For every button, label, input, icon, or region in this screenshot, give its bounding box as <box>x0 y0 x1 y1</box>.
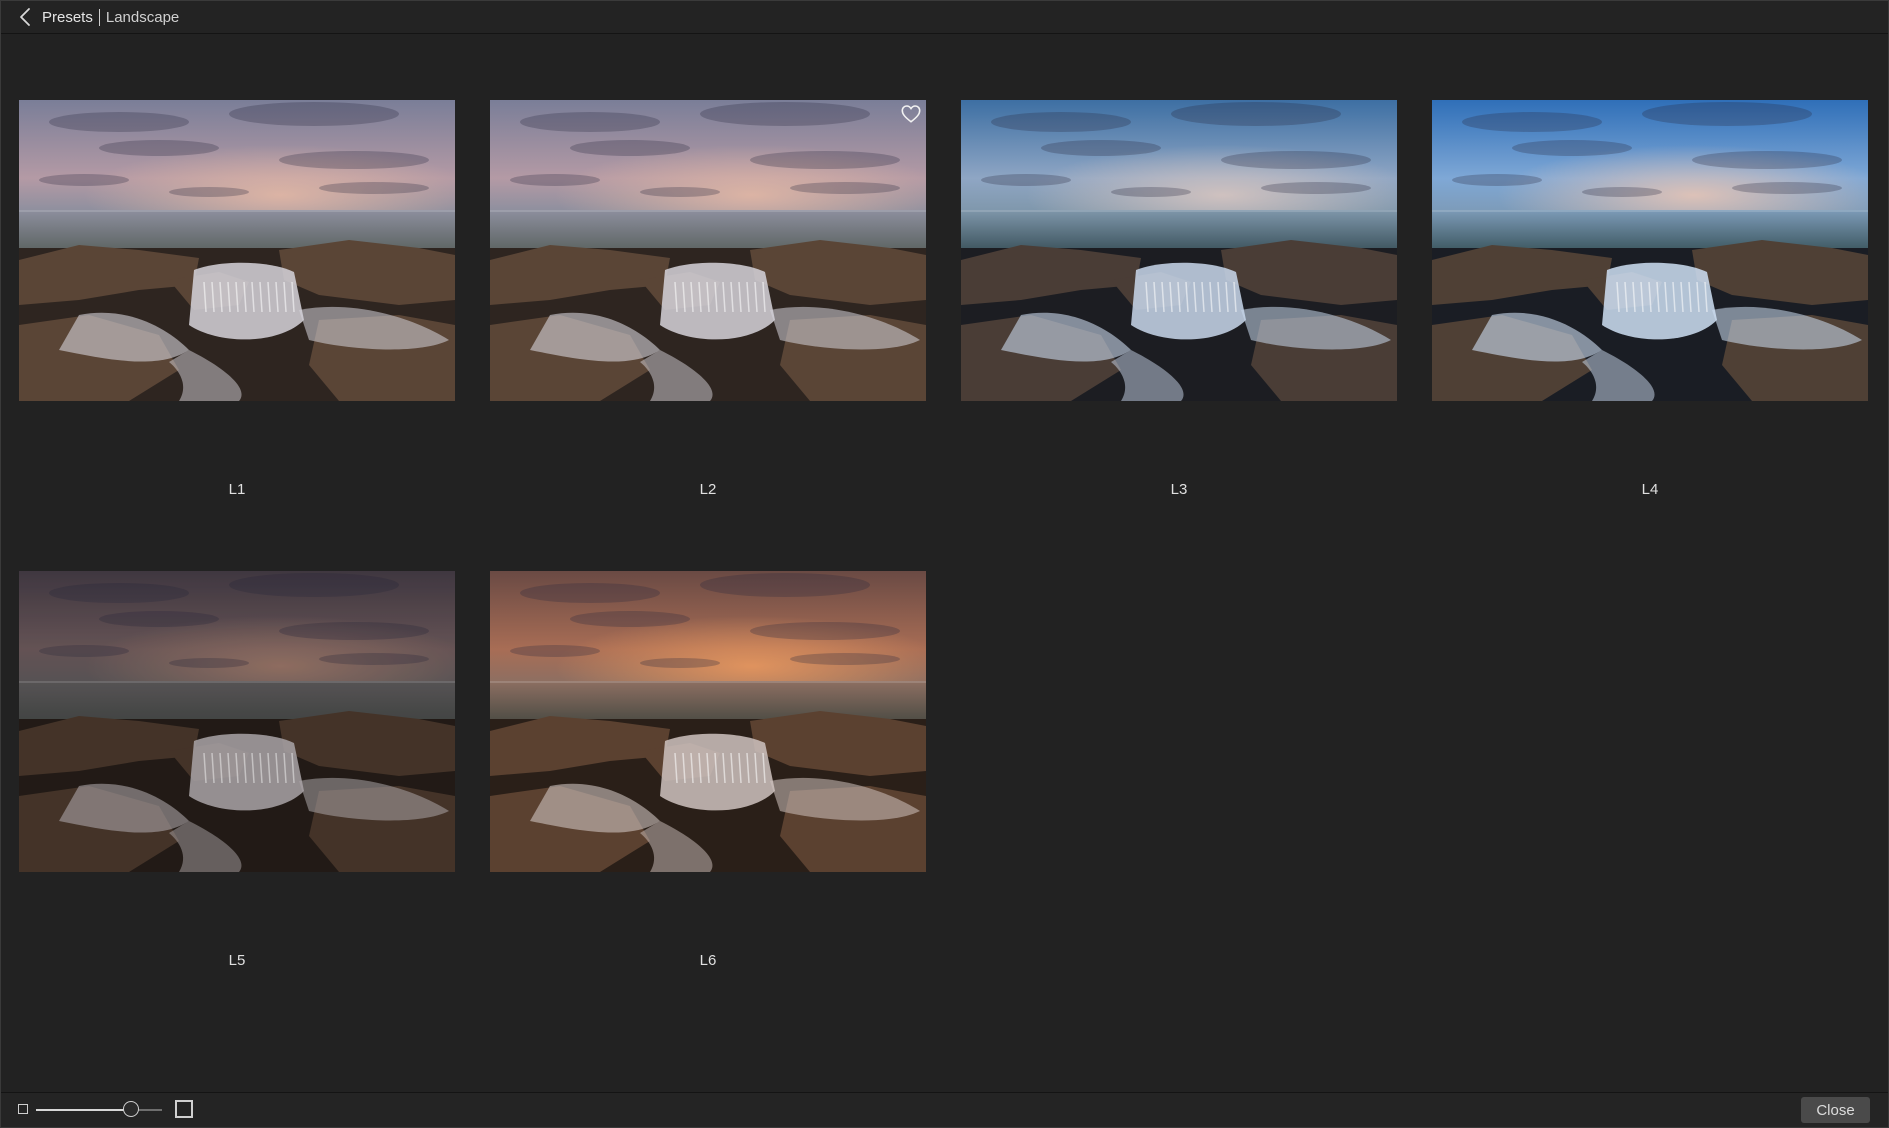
preset-thumbnail[interactable] <box>490 571 926 872</box>
back-button[interactable] <box>14 6 36 28</box>
seascape-image <box>490 571 926 872</box>
large-thumbnail-icon[interactable] <box>175 1100 193 1118</box>
chevron-left-icon <box>20 8 30 26</box>
seascape-image <box>490 100 926 401</box>
presets-browser-window: Presets Landscape L1 L2 L3 L4 L5 L6 Clos… <box>0 0 1889 1128</box>
breadcrumb: Presets Landscape <box>42 8 180 26</box>
slider-fill <box>36 1109 131 1111</box>
preset-thumbnail[interactable] <box>19 571 455 872</box>
preset-tile-l4[interactable]: L4 <box>1432 100 1868 498</box>
preset-tile-l1[interactable]: L1 <box>19 100 455 498</box>
preset-thumbnail[interactable] <box>19 100 455 401</box>
heart-icon[interactable] <box>900 103 922 125</box>
preset-label: L3 <box>1170 481 1188 498</box>
seascape-image <box>19 100 455 401</box>
small-thumbnail-icon[interactable] <box>18 1104 28 1114</box>
preset-thumbnail[interactable] <box>961 100 1397 401</box>
preset-thumbnail[interactable] <box>1432 100 1868 401</box>
breadcrumb-presets[interactable]: Presets <box>42 9 93 26</box>
preset-tile-l5[interactable]: L5 <box>19 571 455 969</box>
seascape-image <box>1432 100 1868 401</box>
preset-thumbnail[interactable] <box>490 100 926 401</box>
preset-label: L4 <box>1641 481 1659 498</box>
breadcrumb-landscape: Landscape <box>105 8 180 26</box>
preset-label: L6 <box>699 952 717 969</box>
breadcrumb-separator <box>98 8 100 26</box>
seascape-image <box>961 100 1397 401</box>
preset-label: L2 <box>699 481 717 498</box>
preset-tile-l6[interactable]: L6 <box>490 571 926 969</box>
preset-tile-l3[interactable]: L3 <box>961 100 1397 498</box>
preset-tile-l2[interactable]: L2 <box>490 100 926 498</box>
slider-handle[interactable] <box>122 1101 139 1117</box>
header-bar: Presets Landscape <box>1 1 1888 34</box>
preset-label: L1 <box>228 481 246 498</box>
close-button[interactable]: Close <box>1801 1097 1870 1123</box>
seascape-image <box>19 571 455 872</box>
thumbnail-size-slider[interactable] <box>36 1099 162 1121</box>
preset-label: L5 <box>228 952 246 969</box>
preset-grid: L1 L2 L3 L4 L5 L6 <box>1 34 1888 1092</box>
footer-bar: Close <box>1 1092 1888 1127</box>
